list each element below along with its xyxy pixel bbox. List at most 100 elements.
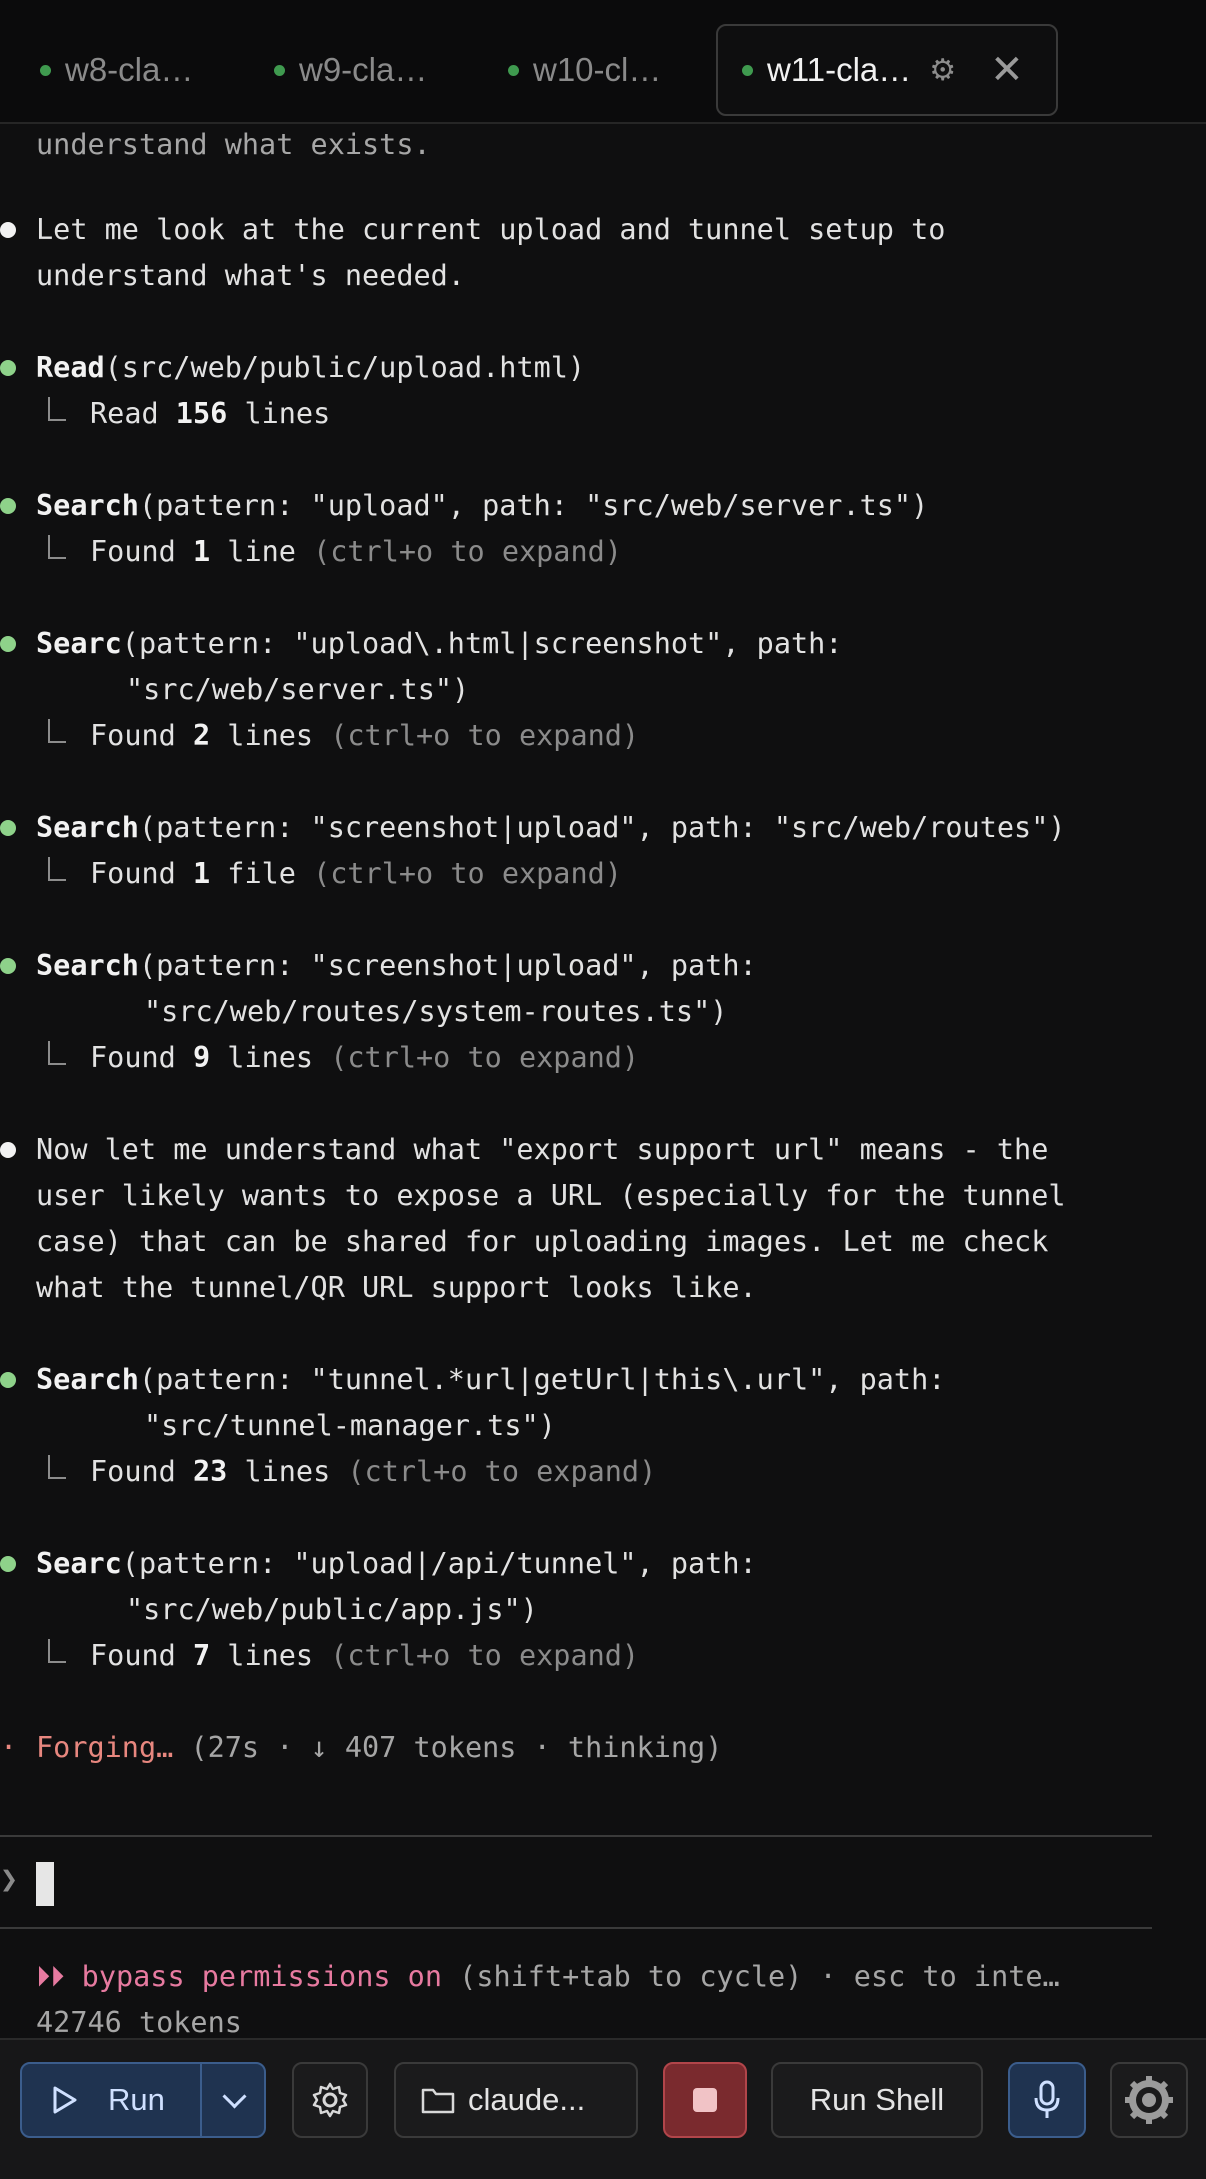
app-settings-button[interactable]	[1110, 2062, 1188, 2138]
tool-name: Search	[36, 1363, 139, 1396]
result-count: 2	[192, 719, 211, 752]
tool-args: (pattern: "upload|/api/tunnel", path:	[121, 1547, 757, 1580]
tab-w10[interactable]: w10-cl…	[508, 24, 661, 116]
microphone-button[interactable]	[1008, 2062, 1086, 2138]
stop-icon	[693, 2088, 717, 2112]
tab-w11[interactable]: w11-cla… ⚙ ✕	[716, 24, 1058, 116]
tree-elbow	[48, 1455, 66, 1479]
transcript-line: understand what exists.	[36, 128, 431, 161]
run-shell-label: Run Shell	[809, 2082, 945, 2117]
result-text: Found	[90, 535, 193, 568]
tree-elbow	[48, 535, 66, 559]
tool-bullet	[0, 820, 16, 836]
tool-name: Searc	[36, 1547, 122, 1580]
result-text: Found	[90, 857, 193, 890]
tool-result: Found 9 lines (ctrl+o to expand)	[90, 1035, 639, 1081]
tool-call: Searc(pattern: "upload\.html|screenshot"…	[36, 621, 842, 667]
folder-icon	[421, 2088, 455, 2114]
result-text: file	[210, 857, 314, 890]
result-text: Found	[90, 1455, 193, 1488]
tool-args: (pattern: "screenshot|upload", path:	[138, 949, 757, 982]
status-dot	[742, 64, 753, 76]
expand-hint: (ctrl+o to expand)	[313, 535, 622, 568]
expand-hint: (ctrl+o to expand)	[330, 1639, 640, 1672]
run-shell-button[interactable]: Run Shell	[771, 2062, 983, 2138]
tool-call: Searc(pattern: "upload|/api/tunnel", pat…	[36, 1541, 757, 1587]
status-dot	[508, 64, 519, 76]
bottom-toolbar: Run claude... Run Shell	[0, 2038, 1206, 2179]
tool-result: Found 1 line (ctrl+o to expand)	[90, 529, 622, 575]
tool-call: Search(pattern: "upload", path: "src/web…	[36, 483, 928, 529]
tool-args: (pattern: "upload", path: "src/web/serve…	[138, 489, 929, 522]
status-bullet: ·	[0, 1731, 18, 1764]
result-text: Found	[90, 1041, 193, 1074]
tool-name: Search	[36, 811, 139, 844]
divider	[0, 1835, 1152, 1837]
result-text: Found	[90, 1639, 193, 1672]
run-label: Run	[108, 2082, 165, 2117]
divider	[200, 2064, 202, 2136]
stop-button[interactable]	[663, 2062, 747, 2138]
expand-hint: (ctrl+o to expand)	[313, 857, 622, 890]
tool-call: Read(src/web/public/upload.html)	[36, 345, 585, 391]
tool-args-continued: "src/web/server.ts")	[126, 673, 470, 706]
tool-call: Search(pattern: "screenshot|upload", pat…	[36, 805, 1066, 851]
result-count: 1	[192, 535, 211, 568]
result-text: Found	[90, 719, 193, 752]
tree-elbow	[48, 1041, 66, 1065]
status-dot	[274, 64, 285, 76]
chevron-down-icon[interactable]	[222, 2084, 247, 2109]
gear-icon	[1125, 2076, 1173, 2124]
tree-elbow	[48, 857, 66, 881]
status-verb: Forging…	[36, 1731, 174, 1764]
expand-hint: (ctrl+o to expand)	[347, 1455, 657, 1488]
result-count: 23	[192, 1455, 228, 1488]
tab-label: w8-cla…	[65, 51, 194, 88]
tool-bullet	[0, 958, 16, 974]
close-icon[interactable]: ✕	[990, 50, 1024, 90]
tool-args-continued: "src/web/public/app.js")	[126, 1593, 538, 1626]
settings-button[interactable]	[292, 2062, 368, 2138]
divider	[0, 1927, 1152, 1929]
tool-result: Found 1 file (ctrl+o to expand)	[90, 851, 622, 897]
result-text: line	[210, 535, 314, 568]
tree-elbow	[48, 397, 66, 421]
result-text: Read	[90, 397, 176, 430]
tool-call: Search(pattern: "tunnel.*url|getUrl|this…	[36, 1357, 945, 1403]
gear-icon[interactable]: ⚙	[929, 53, 956, 88]
result-count: 1	[192, 857, 211, 890]
tool-bullet	[0, 1556, 16, 1572]
tab-label: w9-cla…	[299, 51, 428, 88]
result-text: lines	[227, 397, 331, 430]
assistant-message: understand what's needed.	[36, 259, 465, 292]
message-bullet	[0, 222, 16, 238]
message-bullet	[0, 1142, 16, 1158]
tool-result: Read 156 lines	[90, 391, 330, 437]
tool-name: Search	[36, 949, 139, 982]
tree-elbow	[48, 719, 66, 743]
result-text: lines	[210, 719, 331, 752]
tab-label: w10-cl…	[533, 51, 662, 88]
tree-elbow	[48, 1639, 66, 1663]
result-text: lines	[227, 1455, 348, 1488]
tool-result: Found 23 lines (ctrl+o to expand)	[90, 1449, 656, 1495]
status-detail: (27s · ↓ 407 tokens · thinking)	[173, 1731, 723, 1764]
tab-bar: w8-cla… w9-cla… w10-cl… w11-cla… ⚙ ✕	[0, 0, 1206, 124]
prompt-input[interactable]	[36, 1862, 54, 1906]
tool-bullet	[0, 498, 16, 514]
prompt-caret: ❯	[0, 1862, 19, 1897]
tool-args: (src/web/public/upload.html)	[104, 351, 586, 384]
result-count: 9	[192, 1041, 211, 1074]
play-icon	[53, 2086, 77, 2114]
tool-result: Found 7 lines (ctrl+o to expand)	[90, 1633, 639, 1679]
tool-name: Read	[36, 351, 105, 384]
tool-bullet	[0, 360, 16, 376]
run-button[interactable]: Run	[20, 2062, 266, 2138]
folder-button[interactable]: claude...	[394, 2062, 638, 2138]
tab-w9[interactable]: w9-cla…	[274, 24, 427, 116]
tool-args: (pattern: "tunnel.*url|getUrl|this\.url"…	[138, 1363, 946, 1396]
tab-w8[interactable]: w8-cla…	[40, 24, 193, 116]
result-text: lines	[210, 1041, 331, 1074]
mode-hint: (shift+tab to cycle) · esc to inte…	[442, 1960, 1060, 1993]
tab-label: w11-cla…	[767, 51, 912, 88]
